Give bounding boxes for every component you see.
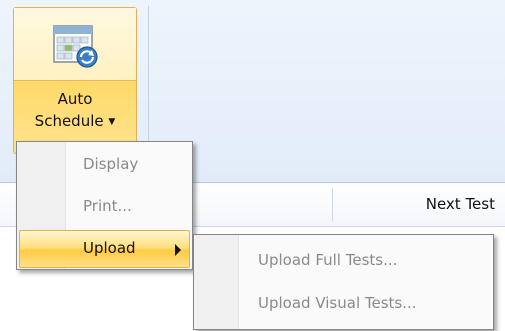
menu-item-label: Upload Full Tests... <box>258 251 398 269</box>
column-header-next-test[interactable]: Next Test <box>426 195 495 213</box>
app-window: Auto Schedule ▼ Next Test Display Print.… <box>0 0 505 331</box>
auto-schedule-button[interactable]: Auto Schedule ▼ <box>13 7 137 154</box>
auto-schedule-label-line1: Auto <box>57 90 93 108</box>
caret-down-icon: ▼ <box>108 117 116 127</box>
menu-item-upload-visual-tests[interactable]: Upload Visual Tests... <box>196 285 491 323</box>
menu-item-label: Upload Visual Tests... <box>258 294 417 312</box>
submenu-arrow-icon <box>175 244 181 256</box>
menu-item-label: Print... <box>83 197 132 215</box>
menu-item-display[interactable]: Display <box>19 146 190 184</box>
menu-item-upload[interactable]: Upload <box>19 230 190 268</box>
menu-item-upload-full-tests[interactable]: Upload Full Tests... <box>196 242 491 280</box>
menu-item-label: Display <box>83 155 139 173</box>
ribbon-group-separator <box>148 6 149 152</box>
calendar-schedule-icon <box>53 25 98 68</box>
column-divider[interactable] <box>332 188 333 222</box>
menu-item-print[interactable]: Print... <box>19 188 190 226</box>
auto-schedule-dropdown-menu: Display Print... Upload <box>16 141 193 270</box>
upload-submenu: Upload Full Tests... Upload Visual Tests… <box>193 234 494 330</box>
menu-item-label: Upload <box>83 239 136 257</box>
auto-schedule-label-line2: Schedule ▼ <box>34 112 116 130</box>
